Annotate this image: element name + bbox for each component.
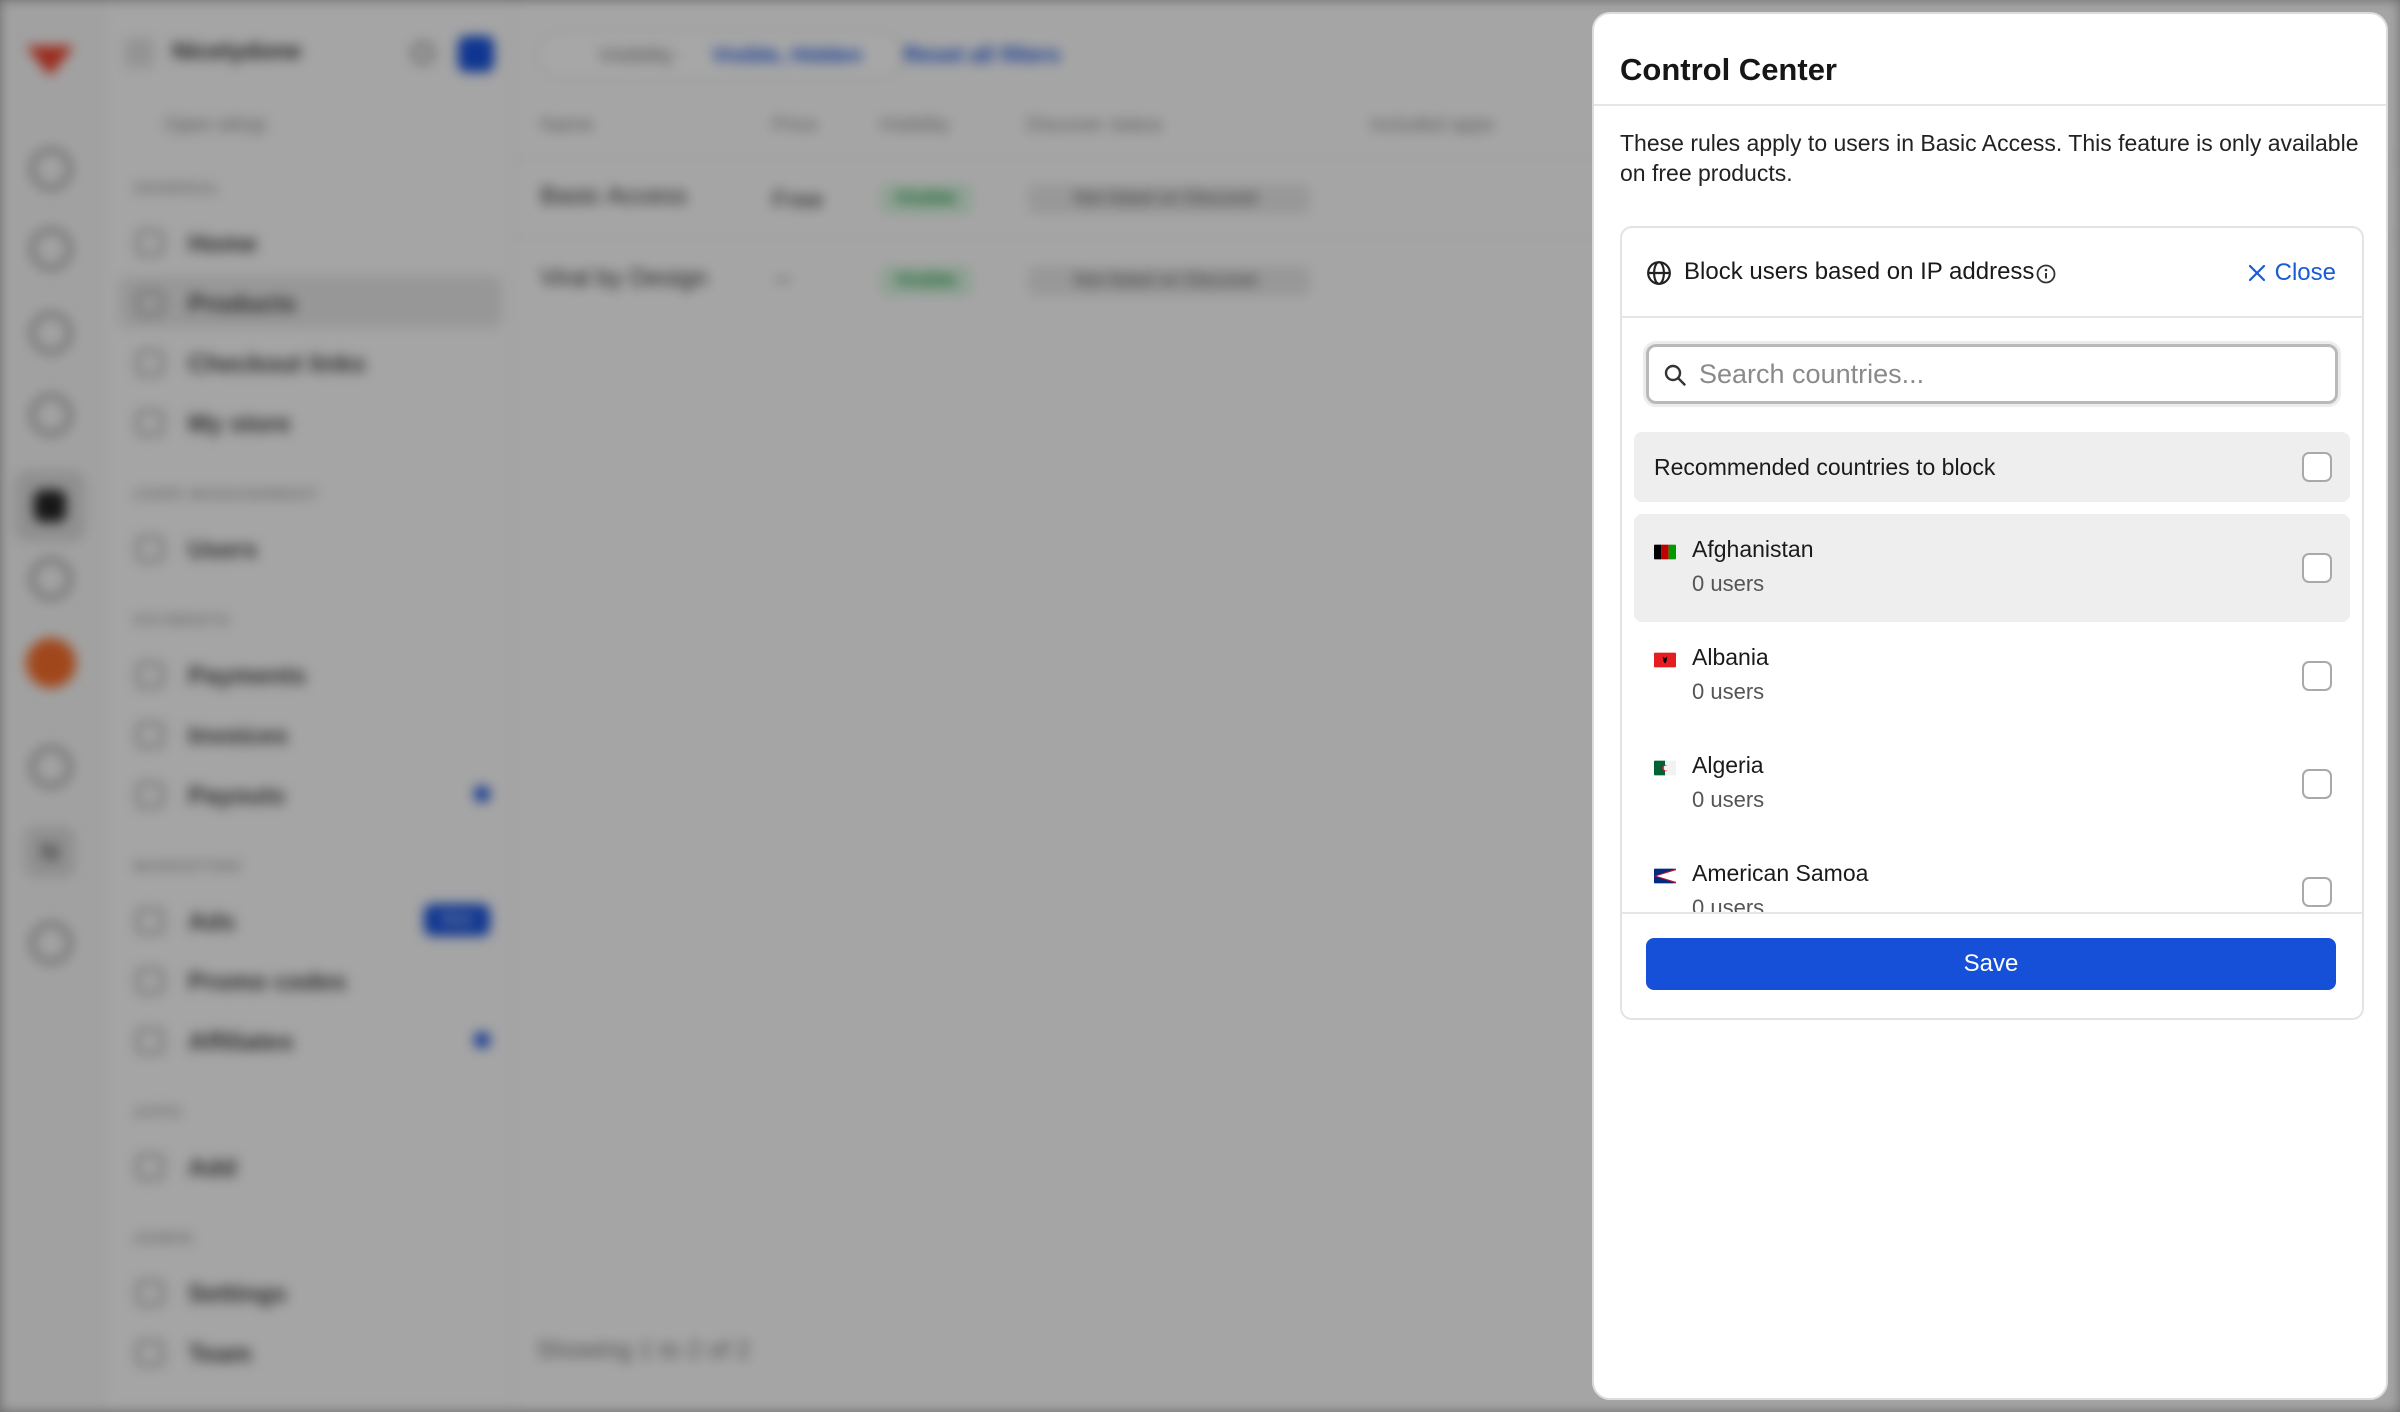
country-row-albania[interactable]: Albania 0 users [1634,622,2350,730]
country-search [1646,344,2338,404]
country-checkbox[interactable] [2302,553,2332,583]
divider [1594,104,2386,106]
country-name: Algeria [1692,752,1764,778]
algeria-flag-icon [1654,760,1676,776]
american-samoa-flag-icon [1654,868,1676,884]
country-checkbox[interactable] [2302,877,2332,907]
country-name: Albania [1692,644,1769,670]
country-name: Afghanistan [1692,536,1814,562]
save-button[interactable]: Save [1646,938,2336,990]
recommended-checkbox[interactable] [2302,452,2332,482]
country-user-count: 0 users [1692,679,1765,704]
globe-icon [1647,261,1671,285]
country-list[interactable]: Recommended countries to block Afghanist… [1622,424,2362,912]
recommended-label: Recommended countries to block [1654,454,1996,480]
search-input[interactable] [1699,353,2319,395]
panel-title: Control Center [1620,52,1837,87]
close-label: Close [2274,259,2336,286]
country-checkbox[interactable] [2302,661,2332,691]
country-user-count: 0 users [1692,571,1765,596]
country-checkbox[interactable] [2302,769,2332,799]
albania-flag-icon [1654,652,1676,668]
info-icon[interactable] [2036,264,2056,284]
close-button[interactable]: Close [2247,256,2336,290]
country-row-algeria[interactable]: Algeria 0 users [1634,730,2350,838]
country-row-afghanistan[interactable]: Afghanistan 0 users [1634,514,2350,622]
panel-description: These rules apply to users in Basic Acce… [1620,130,2359,186]
search-icon [1664,364,1686,386]
ip-block-card: Block users based on IP address Close Se… [1620,226,2364,1020]
card-header: Block users based on IP address Close [1622,228,2362,318]
card-heading: Block users based on IP address [1684,258,2035,285]
close-icon [2248,264,2265,282]
card-footer: Save [1622,912,2362,1018]
country-user-count: 0 users [1692,787,1765,812]
country-row-american-samoa[interactable]: American Samoa 0 users [1634,838,2350,912]
recommended-countries-row[interactable]: Recommended countries to block [1634,432,2350,502]
control-center-panel: Control Center These rules apply to user… [1592,12,2388,1400]
country-user-count: 0 users [1692,895,1765,912]
country-name: American Samoa [1692,860,1869,886]
afghanistan-flag-icon [1654,544,1676,560]
